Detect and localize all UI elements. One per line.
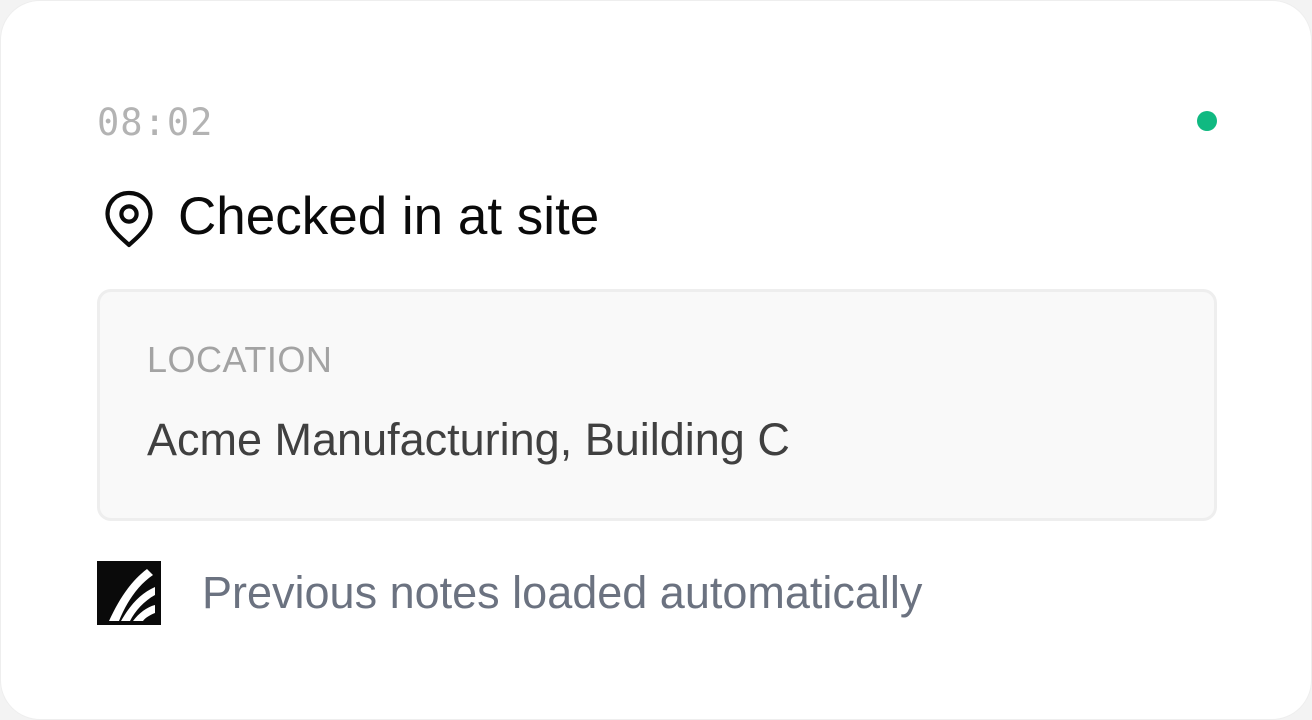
status-indicator xyxy=(1197,111,1217,131)
map-pin-icon xyxy=(105,190,153,248)
check-in-card: 08:02 Checked in at site LOCATION Acme M… xyxy=(0,0,1312,720)
location-label: LOCATION xyxy=(147,339,333,380)
event-time: 08:02 xyxy=(97,101,214,144)
location-panel: LOCATION Acme Manufacturing, Building C xyxy=(97,289,1217,521)
location-value: Acme Manufacturing, Building C xyxy=(147,414,790,465)
notes-status-text: Previous notes loaded automatically xyxy=(202,567,923,618)
event-title: Checked in at site xyxy=(178,187,600,246)
brand-logo-icon xyxy=(97,561,161,625)
